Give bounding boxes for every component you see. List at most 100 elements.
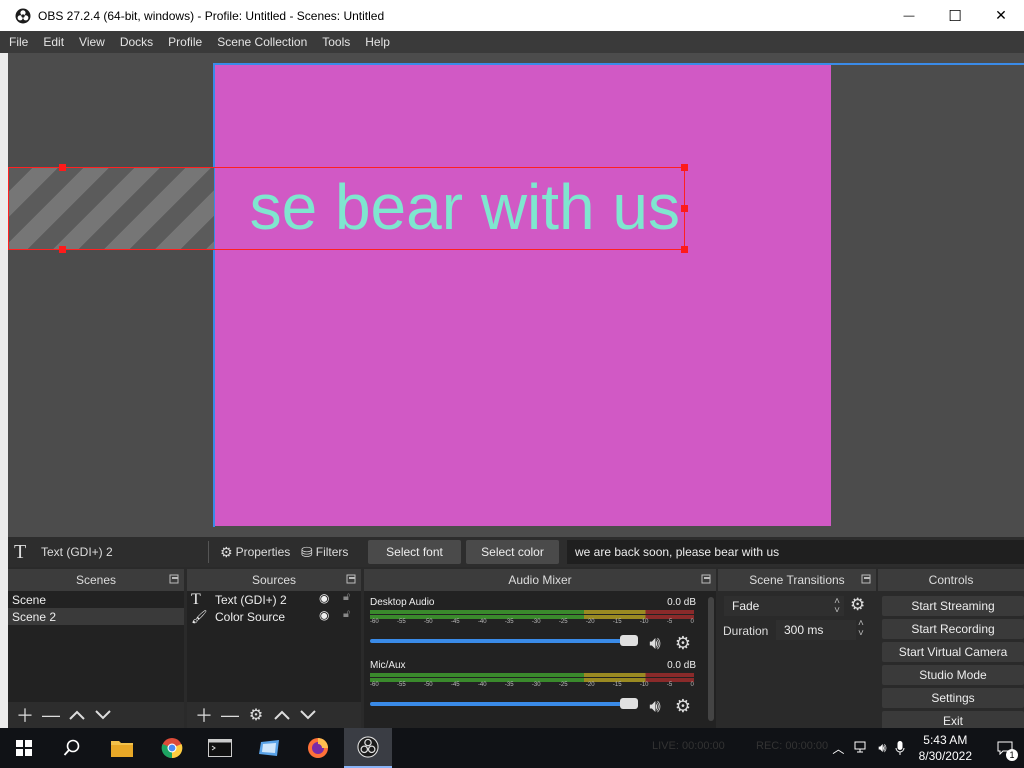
search-button[interactable]: [48, 728, 96, 768]
clock-time: 5:43 AM: [923, 733, 968, 747]
start-recording-button[interactable]: Start Recording: [882, 619, 1024, 639]
lock-icon[interactable]: 🔓︎: [343, 591, 350, 604]
volume-icon[interactable]: 🔊︎: [878, 740, 886, 756]
resize-handle[interactable]: [59, 164, 66, 171]
chevron-up-icon[interactable]: ︿: [832, 740, 844, 757]
duration-input[interactable]: 300 ms: [776, 620, 856, 640]
meter-tick-label: -5: [666, 682, 673, 688]
remove-button[interactable]: —: [38, 704, 64, 726]
menu-scene-collection[interactable]: Scene Collection: [217, 35, 307, 49]
chevron-up-icon: [69, 710, 85, 720]
studio-mode-button[interactable]: Studio Mode: [882, 665, 1024, 685]
maximize-button[interactable]: ☐: [932, 0, 978, 31]
move-up-button[interactable]: [269, 704, 295, 726]
list-item[interactable]: T Text (GDI+) 2 ◉ 🔓︎: [187, 591, 361, 608]
canvas-border: [213, 63, 215, 527]
transition-value: Fade: [732, 599, 760, 613]
move-up-button[interactable]: [64, 704, 90, 726]
resize-handle[interactable]: [681, 205, 688, 212]
network-icon[interactable]: [854, 741, 870, 755]
gear-icon[interactable]: ⚙: [850, 595, 865, 615]
volume-slider-track[interactable]: [370, 702, 634, 706]
add-button[interactable]: ＋: [191, 704, 217, 726]
preview-area[interactable]: se bear with us: [8, 53, 1024, 537]
menu-help[interactable]: Help: [365, 35, 390, 49]
visibility-eye-icon[interactable]: ◉: [319, 608, 329, 622]
meter-scale: -60 -55 -50 -45 -40 -35 -30 -25 -20 -15 -10 -5 0: [370, 619, 694, 627]
lock-icon[interactable]: 🔓︎: [343, 608, 350, 621]
filter-icon: ⛁: [301, 543, 313, 560]
select-color-button[interactable]: Select color: [466, 540, 559, 564]
file-explorer-taskbar-button[interactable]: [98, 728, 146, 768]
obs-logo-icon: [357, 736, 379, 758]
close-button[interactable]: ✕: [978, 0, 1024, 31]
undock-icon[interactable]: [346, 574, 356, 584]
chevron-down-icon: [95, 710, 111, 720]
transition-select[interactable]: Fade ˄ ˅: [724, 596, 844, 616]
resize-handle[interactable]: [681, 246, 688, 253]
settings-button[interactable]: Settings: [882, 688, 1024, 708]
start-button[interactable]: [0, 728, 48, 768]
menu-edit[interactable]: Edit: [43, 35, 64, 49]
sources-footer: ＋ — ⚙: [187, 702, 361, 728]
speaker-icon[interactable]: 🔊︎: [644, 696, 666, 716]
move-down-button[interactable]: [90, 704, 116, 726]
volume-slider-track[interactable]: [370, 639, 634, 643]
visibility-eye-icon[interactable]: ◉: [319, 591, 329, 605]
remove-button[interactable]: —: [217, 704, 243, 726]
gear-icon[interactable]: ⚙: [672, 696, 694, 716]
meter-tick-label: -40: [477, 619, 487, 625]
list-item[interactable]: 🖌︎ Color Source ◉ 🔓︎: [187, 608, 361, 625]
volume-slider-handle[interactable]: [620, 635, 638, 646]
add-button[interactable]: ＋: [12, 704, 38, 726]
meter-tick-label: -20: [585, 682, 595, 688]
terminal-taskbar-button[interactable]: [196, 728, 244, 768]
sources-list: T Text (GDI+) 2 ◉ 🔓︎ 🖌︎ Color Source ◉ 🔓…: [187, 591, 361, 728]
volume-slider-handle[interactable]: [620, 698, 638, 709]
firefox-taskbar-button[interactable]: [294, 728, 342, 768]
start-virtual-camera-button[interactable]: Start Virtual Camera: [882, 642, 1024, 662]
menu-file[interactable]: File: [9, 35, 28, 49]
clock[interactable]: 5:43 AM 8/30/2022: [919, 732, 972, 764]
controls-dock: Controls Start Streaming Start Recording…: [878, 569, 1024, 731]
source-name: Color Source: [215, 609, 286, 624]
text-input[interactable]: we are back soon, please bear with us: [567, 540, 1024, 564]
select-font-button[interactable]: Select font: [368, 540, 461, 564]
menu-profile[interactable]: Profile: [168, 35, 202, 49]
move-down-button[interactable]: [295, 704, 321, 726]
resize-handle[interactable]: [59, 246, 66, 253]
list-item[interactable]: Scene: [8, 591, 184, 608]
selection-box[interactable]: [8, 167, 685, 250]
notification-center-button[interactable]: 1: [986, 728, 1024, 768]
filters-button[interactable]: ⛁ Filters: [301, 541, 348, 563]
properties-button[interactable]: ⚙ Properties: [220, 541, 290, 563]
rec-status: REC: 00:00:00: [756, 740, 829, 752]
menu-view[interactable]: View: [79, 35, 105, 49]
spinner-icon[interactable]: ˄ ˅: [858, 619, 864, 639]
source-properties-button[interactable]: ⚙: [243, 704, 269, 726]
app-taskbar-button[interactable]: [246, 728, 294, 768]
scene-transitions-dock: Scene Transitions Fade ˄ ˅ ⚙ Duration 300…: [718, 569, 876, 728]
preview-canvas[interactable]: [214, 64, 831, 526]
firefox-icon: [308, 738, 328, 758]
microphone-icon[interactable]: [895, 740, 905, 756]
properties-label: Properties: [235, 545, 291, 559]
menu-docks[interactable]: Docks: [120, 35, 153, 49]
channel-db: 0.0 dB: [667, 660, 696, 671]
meter-tick-label: -60: [370, 682, 379, 688]
resize-handle[interactable]: [681, 164, 688, 171]
undock-icon[interactable]: [701, 574, 711, 584]
start-streaming-button[interactable]: Start Streaming: [882, 596, 1024, 616]
chrome-taskbar-button[interactable]: [148, 728, 196, 768]
obs-taskbar-button[interactable]: [344, 728, 392, 768]
speaker-icon[interactable]: 🔊︎: [644, 633, 666, 653]
list-item[interactable]: Scene 2: [8, 608, 184, 625]
channel-name: Mic/Aux: [370, 660, 406, 671]
menu-tools[interactable]: Tools: [322, 35, 350, 49]
gear-icon[interactable]: ⚙: [672, 633, 694, 653]
mixer-scrollbar[interactable]: [708, 597, 714, 721]
undock-icon[interactable]: [861, 574, 871, 584]
undock-icon[interactable]: [169, 574, 179, 584]
minimize-button[interactable]: —: [886, 0, 932, 31]
windows-taskbar: LIVE: 00:00:00 REC: 00:00:00 ︿ 🔊︎ 5:43 A…: [0, 728, 1024, 768]
